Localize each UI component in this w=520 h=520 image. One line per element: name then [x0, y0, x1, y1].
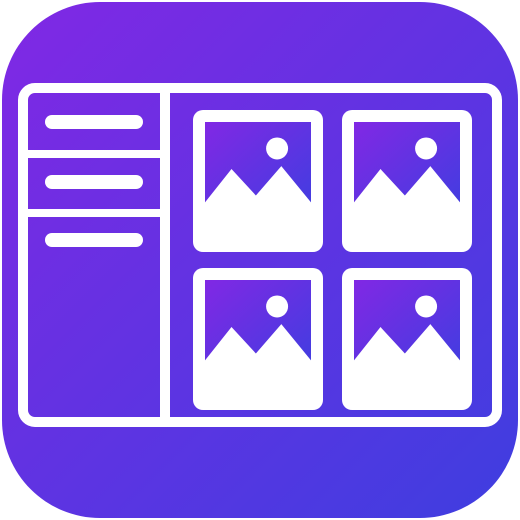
image-placeholder-icon — [193, 110, 323, 252]
gallery-layout-app-icon — [2, 2, 518, 518]
image-placeholder-icon — [342, 110, 472, 252]
app-icon-container — [0, 0, 520, 520]
image-placeholder-icon — [193, 268, 323, 410]
image-placeholder-icon — [342, 268, 472, 410]
icon-background — [2, 2, 518, 518]
